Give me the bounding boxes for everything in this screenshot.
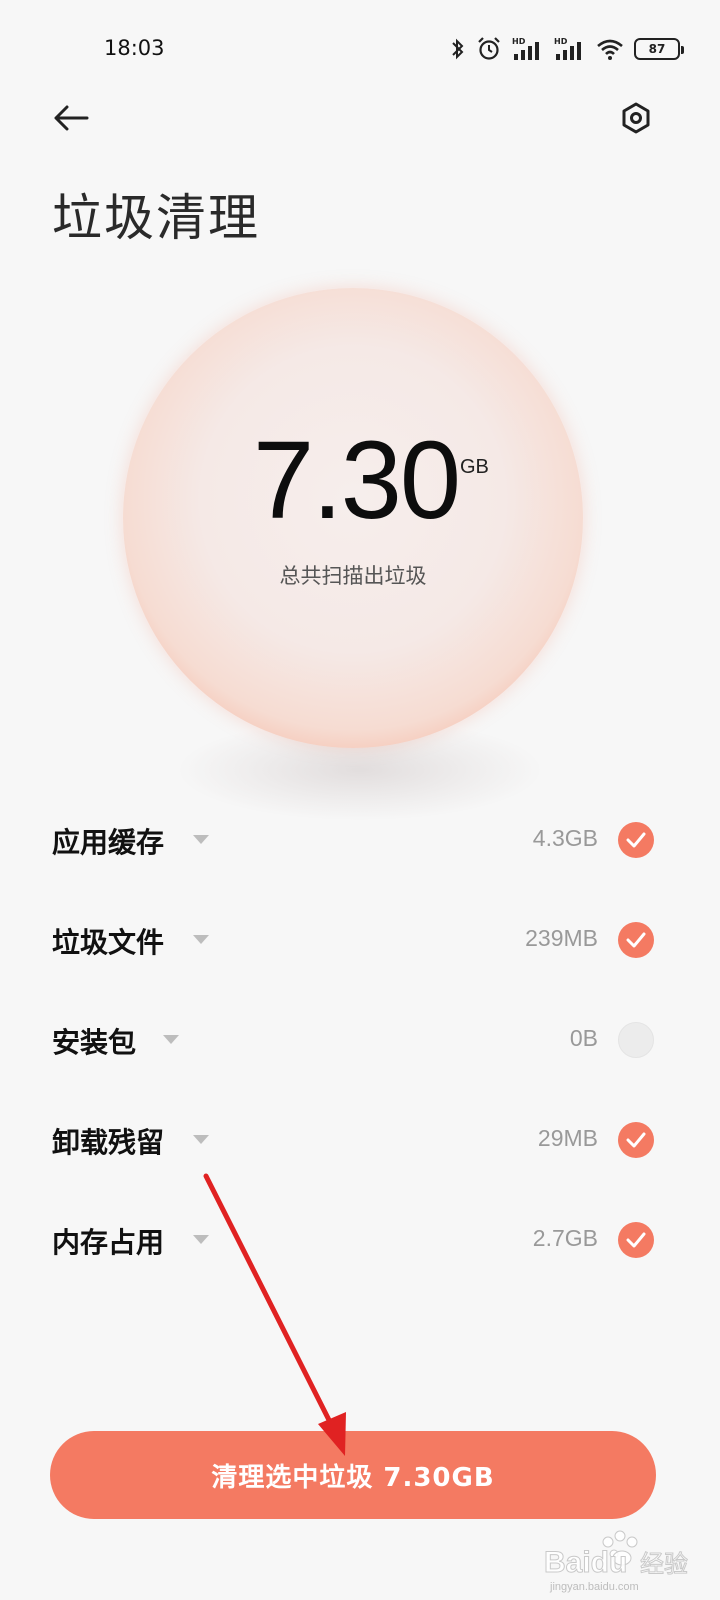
svg-text:HD: HD — [512, 37, 526, 46]
total-junk-value: 7.30 — [253, 419, 461, 542]
category-checkbox[interactable] — [618, 1022, 654, 1058]
category-label: 安装包 — [52, 1026, 137, 1059]
category-size: 239MB — [525, 925, 598, 951]
checkmark-icon — [626, 1232, 646, 1248]
category-row-app-cache[interactable]: 应用缓存 4.3GB — [0, 790, 720, 890]
category-label: 垃圾文件 — [52, 926, 165, 959]
category-checkbox[interactable] — [618, 1122, 654, 1158]
category-size: 4.3GB — [532, 825, 598, 851]
battery-icon: 87 — [634, 38, 684, 60]
category-size: 2.7GB — [532, 1225, 598, 1251]
category-row-uninstall-residue[interactable]: 卸载残留 29MB — [0, 1090, 720, 1190]
back-button[interactable] — [46, 96, 96, 140]
page-title: 垃圾清理 — [52, 189, 260, 247]
svg-text:经验: 经验 — [640, 1550, 688, 1578]
summary-orb: 7.30 GB 总共扫描出垃圾 — [123, 288, 583, 748]
junk-cleaner-screen: 18:03 HD HD 87 垃圾清理 7.30 GB 总共扫描出垃圾 应用缓存… — [0, 0, 720, 1600]
chevron-down-icon[interactable] — [193, 1135, 209, 1144]
battery-level: 87 — [648, 42, 666, 56]
wifi-icon — [597, 39, 623, 60]
arrow-left-icon — [54, 105, 89, 131]
checkmark-icon — [626, 932, 646, 948]
category-label: 卸载残留 — [52, 1126, 165, 1159]
svg-text:HD: HD — [554, 37, 568, 46]
clean-selected-button[interactable]: 清理选中垃圾 7.30GB — [50, 1431, 656, 1519]
category-checkbox[interactable] — [618, 922, 654, 958]
status-icons: HD HD 87 — [450, 34, 684, 64]
chevron-down-icon[interactable] — [193, 935, 209, 944]
category-row-install-packages[interactable]: 安装包 0B — [0, 990, 720, 1090]
category-label: 应用缓存 — [52, 826, 165, 859]
category-size: 0B — [569, 1025, 598, 1051]
hd-signal-icon: HD — [554, 37, 581, 60]
category-label: 内存占用 — [52, 1226, 165, 1259]
category-checkbox[interactable] — [618, 822, 654, 858]
category-row-junk-files[interactable]: 垃圾文件 239MB — [0, 890, 720, 990]
category-checkbox[interactable] — [618, 1222, 654, 1258]
category-row-memory-usage[interactable]: 内存占用 2.7GB — [0, 1190, 720, 1290]
total-junk-unit: GB — [460, 456, 489, 478]
svg-text:jingyan.baidu.com: jingyan.baidu.com — [549, 1581, 639, 1593]
checkmark-icon — [626, 832, 646, 848]
checkmark-icon — [626, 1132, 646, 1148]
alarm-icon — [478, 37, 500, 60]
status-bar: 18:03 HD HD 87 — [0, 0, 720, 100]
hd-signal-icon: HD — [512, 37, 539, 60]
svg-text:Baidu: Baidu — [544, 1546, 627, 1579]
category-size: 29MB — [537, 1125, 598, 1151]
total-junk-caption: 总共扫描出垃圾 — [279, 564, 427, 588]
bluetooth-icon — [452, 38, 464, 60]
chevron-down-icon[interactable] — [163, 1035, 179, 1044]
settings-button[interactable] — [614, 96, 658, 140]
status-time: 18:03 — [104, 36, 165, 60]
chevron-down-icon[interactable] — [193, 835, 209, 844]
settings-hexagon-icon — [622, 102, 650, 134]
baidu-jingyan-watermark: Baidu 经验 jingyan.baidu.com — [544, 1530, 689, 1593]
chevron-down-icon[interactable] — [193, 1235, 209, 1244]
